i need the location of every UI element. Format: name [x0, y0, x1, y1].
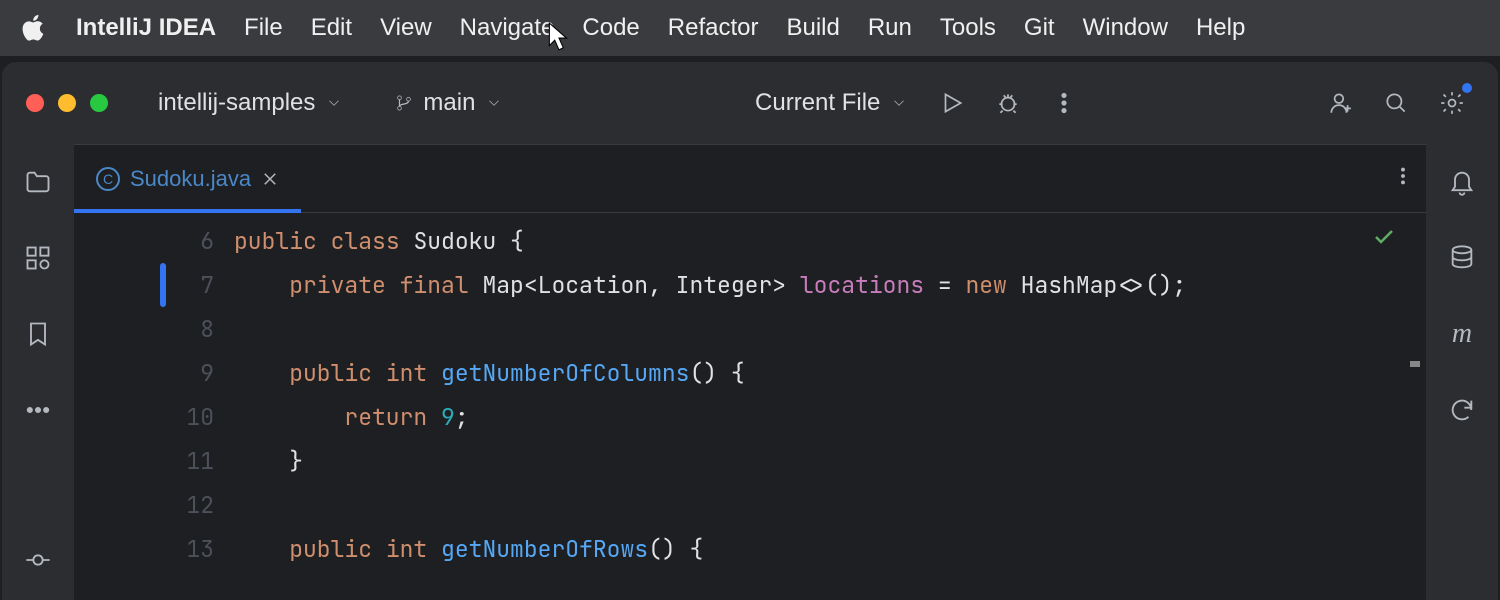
- menu-help[interactable]: Help: [1196, 14, 1245, 42]
- window-minimize-button[interactable]: [58, 94, 76, 112]
- line-number: 11: [74, 439, 214, 483]
- ide-toolbar: intellij-samples main Current File: [2, 62, 1498, 144]
- window-close-button[interactable]: [26, 94, 44, 112]
- menu-navigate[interactable]: Navigate: [460, 14, 555, 42]
- git-branch-selector[interactable]: main: [385, 83, 513, 123]
- line-number-gutter[interactable]: 6 7 8 9 10 11 12 13: [74, 213, 234, 600]
- chevron-down-icon: [325, 94, 343, 112]
- line-number: 12: [74, 483, 214, 527]
- line-number: 8: [74, 307, 214, 351]
- project-tool-button[interactable]: [18, 162, 58, 202]
- app-name[interactable]: IntelliJ IDEA: [76, 14, 216, 42]
- line-number: 6: [74, 219, 214, 263]
- branch-name: main: [423, 89, 475, 117]
- vertical-dots-icon: [1392, 165, 1414, 187]
- editor-area: C Sudoku.java 6 7 8 9 10 11: [74, 144, 1426, 600]
- menu-tools[interactable]: Tools: [940, 14, 996, 42]
- editor-tab-bar: C Sudoku.java: [74, 145, 1426, 213]
- close-tab-icon[interactable]: [261, 170, 279, 188]
- commit-tool-button[interactable]: [18, 540, 58, 580]
- more-actions-button[interactable]: [1042, 81, 1086, 125]
- maven-tool-button[interactable]: m: [1442, 314, 1482, 354]
- right-tool-rail: m: [1426, 144, 1498, 600]
- git-branch-icon: [395, 94, 413, 112]
- line-number: 7: [74, 263, 214, 307]
- java-class-icon: C: [96, 167, 120, 191]
- database-tool-button[interactable]: [1442, 238, 1482, 278]
- modified-line-indicator: [160, 263, 166, 307]
- tab-more-button[interactable]: [1392, 165, 1414, 192]
- menu-window[interactable]: Window: [1083, 14, 1168, 42]
- menu-git[interactable]: Git: [1024, 14, 1055, 42]
- editor-scrollbar[interactable]: [1410, 221, 1424, 592]
- window-maximize-button[interactable]: [90, 94, 108, 112]
- search-icon: [1383, 90, 1409, 116]
- ide-window: intellij-samples main Current File: [2, 62, 1498, 600]
- menu-refactor[interactable]: Refactor: [668, 14, 759, 42]
- menu-file[interactable]: File: [244, 14, 283, 42]
- folder-icon: [24, 168, 52, 196]
- play-icon: [939, 90, 965, 116]
- apple-logo-icon[interactable]: [20, 14, 48, 42]
- run-config-selector[interactable]: Current File: [745, 83, 918, 123]
- menu-build[interactable]: Build: [786, 14, 839, 42]
- structure-icon: [24, 244, 52, 272]
- tab-filename: Sudoku.java: [130, 166, 251, 192]
- line-number: 9: [74, 351, 214, 395]
- menu-run[interactable]: Run: [868, 14, 912, 42]
- line-number: 13: [74, 527, 214, 571]
- left-tool-rail: [2, 144, 74, 600]
- vertical-dots-icon: [1051, 90, 1077, 116]
- ide-body: C Sudoku.java 6 7 8 9 10 11: [2, 144, 1498, 600]
- database-icon: [1448, 244, 1476, 272]
- add-user-icon: [1327, 90, 1353, 116]
- macos-menubar: IntelliJ IDEA File Edit View Navigate Co…: [0, 0, 1500, 56]
- scrollbar-marker: [1410, 361, 1420, 367]
- maven-m-icon: m: [1452, 318, 1472, 350]
- settings-notification-dot: [1462, 83, 1472, 93]
- menu-code[interactable]: Code: [582, 14, 639, 42]
- bookmarks-tool-button[interactable]: [18, 314, 58, 354]
- structure-tool-button[interactable]: [18, 238, 58, 278]
- search-button[interactable]: [1374, 81, 1418, 125]
- chevron-down-icon: [890, 94, 908, 112]
- commit-icon: [24, 546, 52, 574]
- editor-content[interactable]: 6 7 8 9 10 11 12 13 public class Sudoku …: [74, 213, 1426, 600]
- settings-button[interactable]: [1430, 81, 1474, 125]
- debug-button[interactable]: [986, 81, 1030, 125]
- inspection-ok-icon[interactable]: [1372, 225, 1396, 249]
- bookmark-icon: [24, 320, 52, 348]
- more-tools-button[interactable]: [18, 390, 58, 430]
- run-config-label: Current File: [755, 89, 880, 117]
- coverage-tool-button[interactable]: [1442, 390, 1482, 430]
- project-name: intellij-samples: [158, 89, 315, 117]
- run-button[interactable]: [930, 81, 974, 125]
- code-text[interactable]: public class Sudoku { private final Map<…: [234, 213, 1426, 600]
- menu-edit[interactable]: Edit: [311, 14, 352, 42]
- bug-icon: [995, 90, 1021, 116]
- gear-icon: [1439, 90, 1465, 116]
- notifications-tool-button[interactable]: [1442, 162, 1482, 202]
- bell-icon: [1448, 168, 1476, 196]
- chevron-down-icon: [485, 94, 503, 112]
- reload-icon: [1448, 396, 1476, 424]
- project-selector[interactable]: intellij-samples: [148, 83, 353, 123]
- line-number: 10: [74, 395, 214, 439]
- menu-view[interactable]: View: [380, 14, 432, 42]
- code-with-me-button[interactable]: [1318, 81, 1362, 125]
- window-controls: [26, 94, 108, 112]
- horizontal-dots-icon: [24, 396, 52, 424]
- editor-tab[interactable]: C Sudoku.java: [74, 145, 301, 212]
